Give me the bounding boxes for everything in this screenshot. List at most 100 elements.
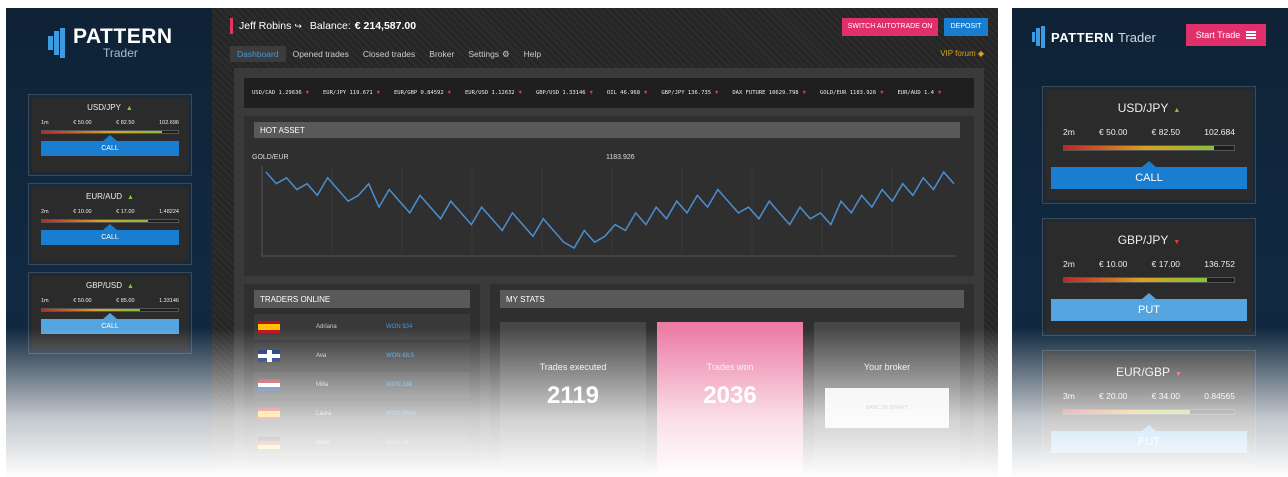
asset-amount1: € 50.00 — [73, 120, 92, 126]
logo-icon — [48, 27, 68, 58]
flag-es-icon — [258, 408, 280, 420]
price-chart — [261, 166, 956, 257]
ticker-item: EUR/AUD 1.4 ▼ — [897, 90, 942, 96]
trades-won-card: Trades won 2036 — [657, 322, 803, 477]
asset-pair-row: EUR/GBP ▼ — [1043, 365, 1255, 379]
deposit-button[interactable]: DEPOSIT — [944, 18, 988, 36]
user-bar: Jeff Robins ↪ Balance: € 214,587.00 — [230, 18, 416, 34]
broker-logo[interactable]: BANC DE BINARY — [825, 388, 949, 428]
tab-dashboard[interactable]: Dashboard — [230, 46, 286, 62]
put-button[interactable]: PUT — [1051, 299, 1247, 321]
arrow-up-icon: ▲ — [125, 105, 133, 112]
asset-details-row: 2m € 10.00 € 17.00 1.48224 — [41, 209, 179, 215]
ticker-item: GOLD/EUR 1183.926 ▼ — [819, 90, 884, 96]
sentiment-bar — [1063, 145, 1235, 151]
asset-card: USD/JPY ▲ 1m € 50.00 € 82.50 102.696 CALL — [28, 94, 192, 176]
flag-es-icon — [258, 321, 280, 333]
call-button[interactable]: CALL — [1051, 167, 1247, 189]
tab-help[interactable]: Help — [517, 46, 548, 62]
arrow-down-icon: ▼ — [589, 90, 593, 96]
ticker-item: GBP/JPY 136.735 ▼ — [661, 90, 719, 96]
asset-amount2: € 17.00 — [116, 209, 135, 215]
arrow-up-icon: ▲ — [127, 194, 134, 201]
arrow-down-icon: ▼ — [1175, 371, 1182, 378]
price-series-line — [265, 170, 955, 250]
call-button[interactable]: CALL — [41, 141, 179, 156]
tab-closed-trades[interactable]: Closed trades — [356, 46, 422, 62]
asset-card: USD/JPY ▲ 2m € 50.00 € 82.50 102.684 CALL — [1042, 86, 1256, 204]
trades-won-label: Trades won — [706, 362, 754, 372]
ticker-item: EUR/GBP 0.84592 ▼ — [393, 90, 451, 96]
asset-pair: USD/JPY — [87, 103, 121, 112]
trader-name: Laura — [316, 411, 332, 417]
trades-executed-card: Trades executed 2119 — [500, 322, 646, 477]
broker-label: Your broker — [863, 362, 911, 372]
asset-pair-row: USD/JPY ▲ — [1043, 101, 1255, 115]
nav-tabs: Dashboard Opened trades Closed trades Broke… — [230, 46, 548, 62]
flag-nl-icon — [258, 379, 280, 391]
tab-broker[interactable]: Broker — [422, 46, 461, 62]
asset-amount2: € 17.00 — [1151, 259, 1181, 269]
sentiment-fill — [42, 309, 140, 311]
notch-indicator — [103, 313, 117, 319]
trader-row: Laura WON $686 — [254, 401, 470, 427]
section-title: MY STATS — [500, 290, 964, 308]
call-button[interactable]: CALL — [41, 319, 179, 334]
call-button[interactable]: CALL — [41, 230, 179, 245]
asset-pair: EUR/AUD — [86, 192, 123, 201]
asset-details-row: 2m € 10.00 € 17.00 136.752 — [1063, 259, 1235, 269]
asset-expiry: 2m — [41, 209, 49, 215]
sentiment-bar — [41, 308, 179, 312]
tab-settings[interactable]: Settings ⚙ — [461, 46, 516, 62]
tab-opened-trades[interactable]: Opened trades — [286, 46, 356, 62]
arrow-down-icon: ▼ — [644, 90, 648, 96]
asset-pair: EUR/GBP — [1116, 365, 1171, 379]
sentiment-fill — [42, 131, 162, 133]
asset-pair-row: EUR/AUD ▲ — [29, 192, 191, 201]
sentiment-fill — [1064, 410, 1190, 414]
trader-row: Adriana WON $34 — [254, 314, 470, 340]
notch-indicator — [1142, 425, 1156, 431]
notch-indicator — [1142, 161, 1156, 167]
trades-executed-value: 2119 — [546, 382, 600, 409]
sentiment-bar — [41, 219, 179, 223]
trades-won-value: 2036 — [703, 382, 757, 409]
arrow-down-icon: ▼ — [715, 90, 719, 96]
asset-amount2: € 82.50 — [116, 120, 135, 126]
trader-winnings: WON 18€ — [386, 382, 413, 388]
notch-indicator — [1142, 293, 1156, 299]
arrow-down-icon: ▼ — [937, 90, 942, 96]
logout-icon[interactable]: ↪ — [294, 21, 302, 32]
asset-pair-row: GBP/USD ▲ — [29, 281, 191, 290]
switch-autotrade-button[interactable]: SWITCH AUTOTRADE ON — [842, 18, 938, 36]
diamond-icon: ◆ — [977, 49, 984, 58]
put-button[interactable]: PUT — [1051, 431, 1247, 453]
gear-icon: ⚙ — [502, 49, 510, 59]
arrow-down-icon: ▼ — [1173, 239, 1181, 246]
arrow-down-icon: ▼ — [880, 90, 884, 96]
ticker-item: OIL 46.968 ▼ — [606, 90, 648, 96]
sentiment-bar — [41, 130, 179, 134]
trader-name: Milla — [316, 382, 329, 388]
asset-pair-row: GBP/JPY ▼ — [1043, 233, 1255, 247]
start-trade-button[interactable]: Start Trade — [1186, 24, 1266, 46]
asset-rate: 102.684 — [1204, 127, 1235, 137]
flag-de-icon — [258, 437, 280, 449]
trader-winnings: WON 9€ — [386, 440, 410, 446]
asset-card: EUR/GBP ▼ 3m € 20.00 € 34.00 0.84565 PUT — [1042, 350, 1256, 468]
asset-expiry: 2m — [1063, 127, 1075, 137]
asset-pair: USD/JPY — [1117, 101, 1169, 115]
asset-pair: GBP/USD — [86, 281, 123, 290]
asset-amount1: € 10.00 — [1099, 259, 1128, 269]
asset-details-row: 1m € 50.00 € 82.50 102.696 — [41, 120, 179, 126]
vip-forum-link[interactable]: VIP forum ◆ — [940, 49, 984, 58]
sentiment-fill — [42, 220, 149, 222]
arrow-up-icon: ▲ — [127, 283, 134, 290]
asset-amount1: € 50.00 — [73, 298, 92, 304]
user-name[interactable]: Jeff Robins — [239, 20, 291, 32]
broker-card: Your broker BANC DE BINARY — [814, 322, 960, 477]
ticker-item: DAX FUTURE 10629.798 ▼ — [732, 90, 806, 96]
price-ticker: USD/CAD 1.29636 ▼ EUR/JPY 119.671 ▼ EUR/GBP … — [244, 78, 974, 108]
asset-amount2: € 34.00 — [1151, 391, 1181, 401]
asset-rate: 1.48224 — [159, 209, 179, 215]
